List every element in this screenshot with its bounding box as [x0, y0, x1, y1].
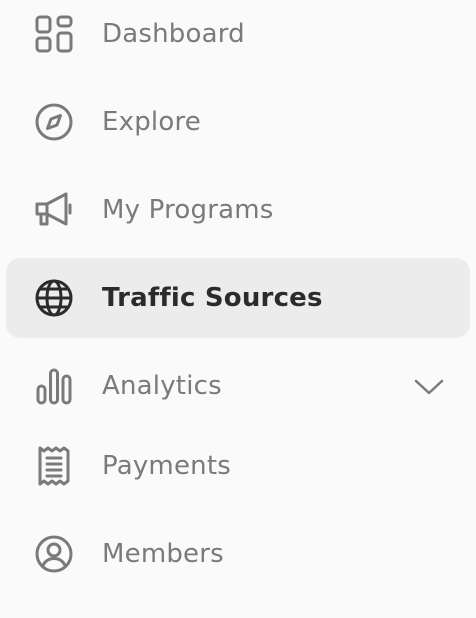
sidebar-item-label: Analytics — [102, 371, 222, 401]
sidebar-item-label: Dashboard — [102, 19, 245, 49]
sidebar-item-label: Traffic Sources — [102, 283, 323, 313]
sidebar-item-label: Members — [102, 539, 224, 569]
sidebar-item-label: Explore — [102, 107, 201, 137]
receipt-icon — [32, 444, 76, 488]
user-circle-icon — [32, 532, 76, 576]
globe-icon — [32, 276, 76, 320]
megaphone-icon — [32, 188, 76, 232]
sidebar-item-members[interactable]: Members — [6, 514, 470, 594]
sidebar-item-traffic-sources[interactable]: Traffic Sources — [6, 258, 470, 338]
dashboard-grid-icon — [32, 12, 76, 56]
bar-chart-icon — [32, 364, 76, 408]
compass-icon — [32, 100, 76, 144]
sidebar-nav: Dashboard Explore My Programs Traffic So… — [0, 0, 476, 618]
sidebar-item-label: My Programs — [102, 195, 274, 225]
sidebar-item-payments[interactable]: Payments — [6, 426, 470, 506]
sidebar-item-dashboard[interactable]: Dashboard — [6, 0, 470, 74]
chevron-down-icon[interactable] — [414, 371, 444, 401]
sidebar-item-my-programs[interactable]: My Programs — [6, 170, 470, 250]
sidebar-item-explore[interactable]: Explore — [6, 82, 470, 162]
sidebar-item-label: Payments — [102, 451, 231, 481]
sidebar-item-analytics[interactable]: Analytics — [6, 346, 470, 426]
